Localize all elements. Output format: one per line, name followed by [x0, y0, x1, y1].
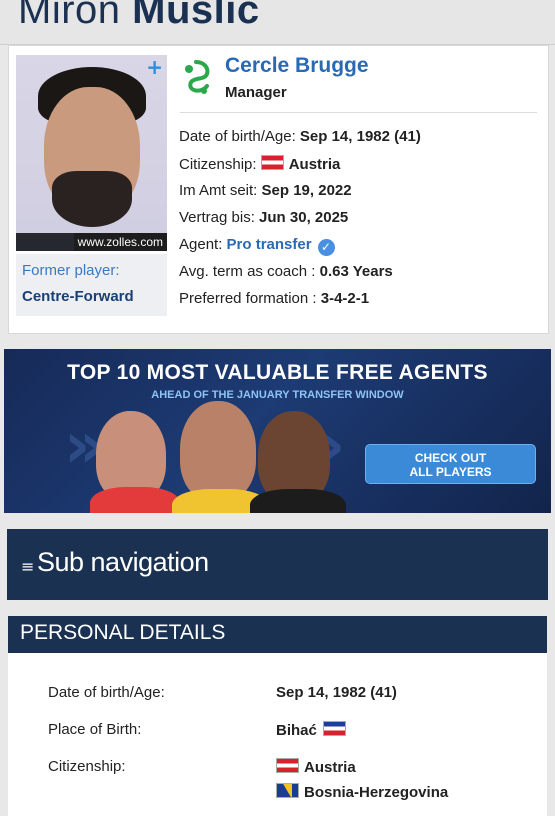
cta-line-1: CHECK OUT	[414, 451, 487, 465]
in-office-value: Sep 19, 2022	[261, 182, 352, 199]
personal-details-section: PERSONAL DETAILS Date of birth/Age: Sep …	[8, 616, 547, 816]
pd-citizenship-label: Citizenship:	[48, 758, 126, 775]
pd-pob-value: Bihać	[276, 722, 317, 739]
yugoslavia-flag-icon	[322, 721, 346, 736]
avg-term-row: Avg. term as coach : 0.63 Years	[179, 263, 393, 280]
pd-pob-row: Bihać	[276, 721, 346, 739]
page-title: Miron Muslic	[18, 0, 260, 33]
pd-dob-label: Date of birth/Age:	[48, 684, 165, 701]
avg-term-label: Avg. term as coach :	[179, 263, 316, 280]
pd-pob-label: Place of Birth:	[48, 721, 142, 738]
divider	[180, 112, 537, 113]
agent-row: Agent: Pro transfer ✓	[179, 236, 335, 256]
manager-photo[interactable]: + www.zolles.com	[16, 55, 167, 251]
pd-citizenship-1-row: Austria	[276, 758, 356, 776]
check-out-players-button[interactable]: CHECK OUT ALL PLAYERS	[365, 444, 536, 484]
last-name: Muslic	[132, 0, 260, 32]
dob-label: Date of birth/Age:	[179, 128, 296, 145]
austria-flag-icon	[260, 155, 284, 170]
banner-player-1-shirt	[90, 487, 180, 513]
dob-row: Date of birth/Age: Sep 14, 1982 (41)	[179, 128, 421, 145]
sub-navigation-toggle[interactable]: ≡ Sub navigation	[7, 529, 548, 600]
citizenship-value: Austria	[288, 156, 341, 173]
pd-citizenship-2-row: Bosnia-Herzegovina	[276, 783, 448, 801]
personal-details-header: PERSONAL DETAILS	[8, 616, 547, 653]
agent-label: Agent:	[179, 236, 223, 253]
sub-navigation-label: Sub navigation	[37, 547, 209, 577]
dob-value: Sep 14, 1982 (41)	[299, 128, 421, 145]
profile-header: Miron Muslic	[0, 0, 555, 45]
club-name-link[interactable]: Cercle Brugge	[225, 54, 369, 78]
photo-beard	[52, 171, 132, 227]
banner-title: TOP 10 MOST VALUABLE FREE AGENTS	[67, 361, 488, 384]
former-position: Centre-Forward	[22, 288, 134, 305]
role-label: Manager	[225, 84, 287, 101]
photo-credit: www.zolles.com	[73, 233, 167, 251]
banner-player-3-shirt	[250, 489, 346, 513]
cta-line-2: ALL PLAYERS	[409, 465, 492, 479]
pd-citizenship-1: Austria	[304, 759, 356, 776]
contract-row: Vertrag bis: Jun 30, 2025	[179, 209, 348, 226]
former-player-box: Former player: Centre-Forward	[16, 254, 167, 316]
verified-check-icon: ✓	[317, 239, 335, 256]
formation-row: Preferred formation : 3-4-2-1	[179, 290, 369, 307]
club-logo-icon[interactable]	[180, 59, 212, 97]
contract-label: Vertrag bis:	[179, 209, 255, 226]
plus-icon[interactable]: +	[146, 55, 163, 79]
banner-player-2	[180, 401, 256, 501]
austria-flag-icon	[276, 758, 299, 773]
personal-details-title: PERSONAL DETAILS	[20, 621, 226, 644]
in-office-label: Im Amt seit:	[179, 182, 258, 199]
avg-term-value: 0.63 Years	[319, 263, 393, 280]
former-player-label: Former player:	[22, 262, 120, 279]
first-name: Miron	[18, 0, 121, 32]
pd-dob-value: Sep 14, 1982 (41)	[276, 684, 397, 701]
formation-value: 3-4-2-1	[320, 290, 370, 307]
menu-icon: ≡	[21, 557, 35, 576]
citizenship-row: Citizenship: Austria	[179, 155, 340, 173]
promo-banner[interactable]: » » TOP 10 MOST VALUABLE FREE AGENTS AHE…	[4, 349, 551, 513]
contract-value: Jun 30, 2025	[259, 209, 349, 226]
agent-link[interactable]: Pro transfer	[227, 236, 312, 253]
banner-subtitle: AHEAD OF THE JANUARY TRANSFER WINDOW	[151, 389, 404, 401]
bosnia-flag-icon	[276, 783, 299, 798]
in-office-row: Im Amt seit: Sep 19, 2022	[179, 182, 352, 199]
formation-label: Preferred formation :	[179, 290, 317, 307]
pd-citizenship-2: Bosnia-Herzegovina	[304, 784, 449, 801]
profile-card: + www.zolles.com Former player: Centre-F…	[8, 45, 549, 334]
citizenship-label: Citizenship:	[179, 156, 257, 173]
